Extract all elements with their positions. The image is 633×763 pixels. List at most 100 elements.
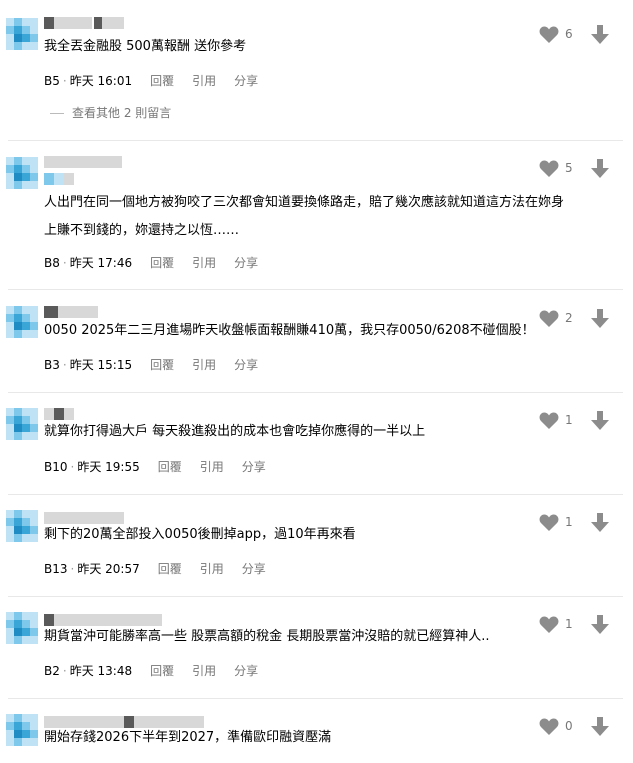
avatar-pixel — [14, 173, 22, 181]
author-name-blurred[interactable] — [44, 156, 224, 170]
comment-divider — [8, 392, 623, 393]
view-more-replies-label[interactable]: 查看其他 2 則留言 — [72, 106, 171, 120]
quote-button[interactable]: 引用 — [192, 358, 216, 372]
avatar-pixel — [6, 628, 14, 636]
author-name-pixel — [74, 156, 84, 168]
avatar-pixel — [30, 628, 38, 636]
floor-number[interactable]: B13 — [44, 562, 68, 576]
author-name-pixel — [94, 614, 104, 626]
comment-divider — [8, 140, 623, 141]
reply-button[interactable]: 回覆 — [150, 74, 174, 88]
quote-button[interactable]: 引用 — [192, 74, 216, 88]
quote-button[interactable]: 引用 — [200, 460, 224, 474]
comment-time: 昨天 20:57 — [77, 562, 140, 576]
author-name-blurred[interactable] — [44, 17, 224, 31]
meta-separator: · — [62, 74, 67, 88]
share-button[interactable]: 分享 — [234, 664, 258, 678]
comment-text: 0050 2025年二三月進場昨天收盤帳面報酬賺410萬，我只存0050/620… — [44, 323, 535, 338]
meta-separator: · — [62, 664, 67, 678]
meta-separator: · — [62, 358, 67, 372]
author-name-pixel — [104, 512, 114, 524]
author-name-blurred[interactable] — [44, 306, 224, 320]
reply-button[interactable]: 回覆 — [150, 664, 174, 678]
share-button[interactable]: 分享 — [234, 74, 258, 88]
heart-icon[interactable] — [539, 412, 559, 430]
avatar[interactable] — [6, 612, 38, 644]
floor-number[interactable]: B10 — [44, 460, 68, 474]
avatar-pixel — [22, 714, 30, 722]
avatar-pixel — [22, 730, 30, 738]
author-name-pixel — [94, 512, 104, 524]
quote-button[interactable]: 引用 — [200, 562, 224, 576]
avatar-pixel — [22, 526, 30, 534]
share-button[interactable]: 分享 — [234, 358, 258, 372]
vote-controls: 2 — [539, 309, 619, 329]
vote-controls: 1 — [539, 513, 619, 533]
reply-button[interactable]: 回覆 — [150, 256, 174, 270]
reply-button[interactable]: 回覆 — [150, 358, 174, 372]
avatar[interactable] — [6, 306, 38, 338]
arrow-down-icon[interactable] — [591, 159, 609, 179]
floor-number[interactable]: B2 — [44, 664, 60, 678]
avatar[interactable] — [6, 510, 38, 542]
floor-number[interactable]: B3 — [44, 358, 60, 372]
author-name-blurred[interactable] — [44, 408, 224, 422]
quote-button[interactable]: 引用 — [192, 664, 216, 678]
share-button[interactable]: 分享 — [242, 460, 266, 474]
avatar-pixel — [6, 714, 14, 722]
avatar-pixel — [6, 534, 14, 542]
avatar-pixel — [30, 181, 38, 189]
author-name-pixel — [44, 512, 54, 524]
author-badge-pixel — [54, 173, 64, 185]
avatar[interactable] — [6, 157, 38, 189]
avatar-pixel — [22, 510, 30, 518]
share-button[interactable]: 分享 — [234, 256, 258, 270]
avatar-pixel — [6, 510, 14, 518]
avatar-pixel — [14, 534, 22, 542]
floor-number[interactable]: B5 — [44, 74, 60, 88]
avatar[interactable] — [6, 714, 38, 746]
reply-button[interactable]: 回覆 — [158, 562, 182, 576]
avatar-pixel — [30, 620, 38, 628]
avatar-pixel — [22, 416, 30, 424]
heart-icon[interactable] — [539, 514, 559, 532]
floor-number[interactable]: B8 — [44, 256, 60, 270]
avatar-pixel — [6, 636, 14, 644]
arrow-down-icon[interactable] — [591, 615, 609, 635]
comment-meta: B2 · 昨天 13:48 回覆 引用 分享 — [44, 663, 258, 679]
avatar-pixel — [14, 314, 22, 322]
arrow-down-icon[interactable] — [591, 25, 609, 45]
avatar-pixel — [22, 424, 30, 432]
arrow-down-icon[interactable] — [591, 717, 609, 737]
comment-meta: B5 · 昨天 16:01 回覆 引用 分享 — [44, 73, 258, 89]
author-badge-pixel — [64, 173, 74, 185]
arrow-down-icon[interactable] — [591, 309, 609, 329]
quote-button[interactable]: 引用 — [192, 256, 216, 270]
heart-icon[interactable] — [539, 160, 559, 178]
avatar[interactable] — [6, 408, 38, 440]
reply-button[interactable]: 回覆 — [158, 460, 182, 474]
author-badge-blurred — [44, 173, 84, 187]
avatar-pixel — [14, 34, 22, 42]
arrow-down-icon[interactable] — [591, 513, 609, 533]
avatar-pixel — [6, 416, 14, 424]
heart-icon[interactable] — [539, 616, 559, 634]
author-name-pixel — [102, 156, 112, 168]
author-name-pixel — [114, 512, 124, 524]
avatar[interactable] — [6, 18, 38, 50]
heart-icon[interactable] — [539, 310, 559, 328]
comment-meta: B13 · 昨天 20:57 回覆 引用 分享 — [44, 561, 266, 577]
heart-icon[interactable] — [539, 718, 559, 736]
author-name-pixel — [88, 306, 98, 318]
avatar-pixel — [6, 722, 14, 730]
avatar-pixel — [14, 330, 22, 338]
comment-time: 昨天 13:48 — [69, 664, 133, 678]
meta-separator: · — [70, 562, 75, 576]
share-button[interactable]: 分享 — [242, 562, 266, 576]
heart-icon[interactable] — [539, 26, 559, 44]
author-name-pixel — [74, 614, 84, 626]
avatar-pixel — [30, 408, 38, 416]
arrow-down-icon[interactable] — [591, 411, 609, 431]
avatar-pixel — [6, 518, 14, 526]
view-more-replies-link[interactable]: 查看其他 2 則留言 — [50, 104, 171, 121]
